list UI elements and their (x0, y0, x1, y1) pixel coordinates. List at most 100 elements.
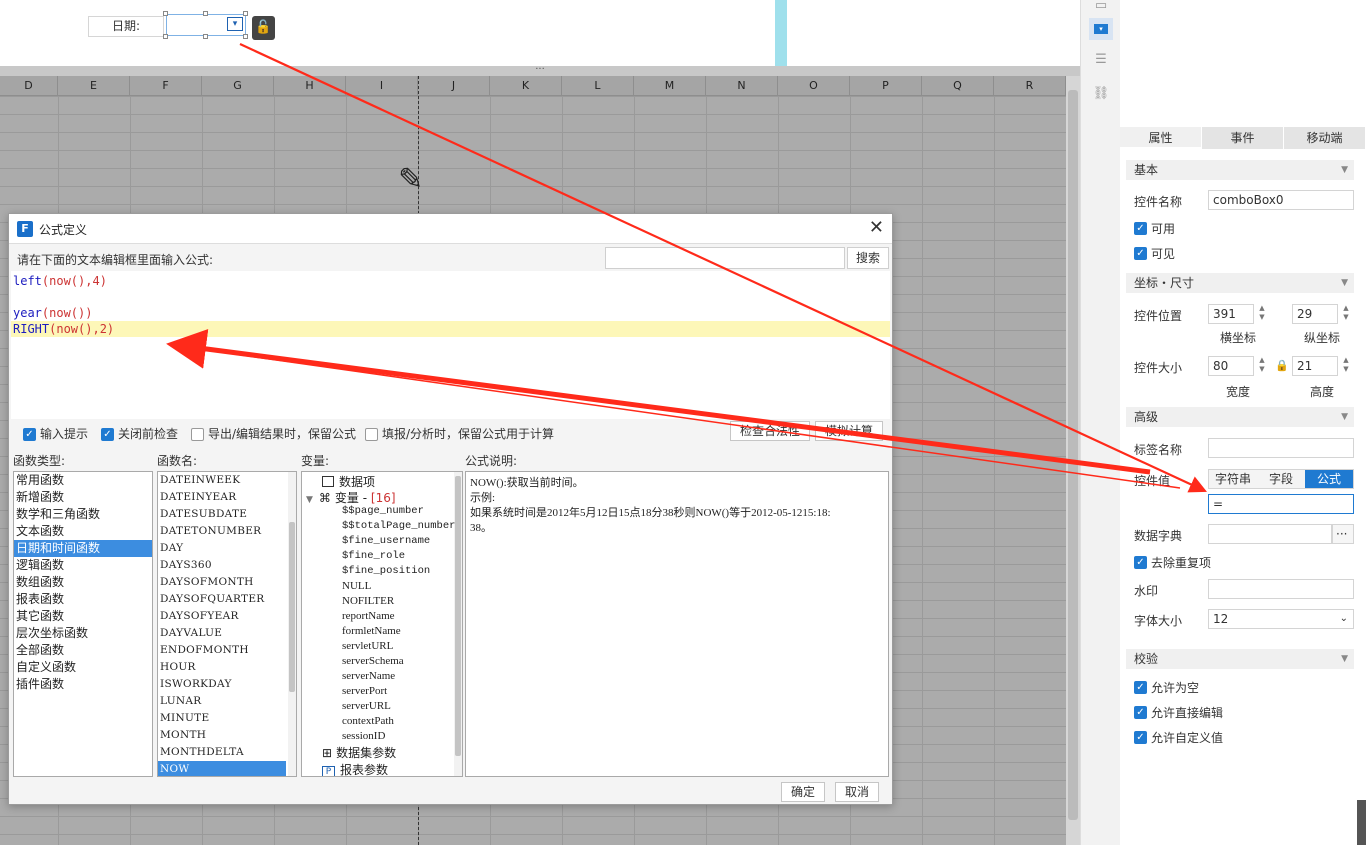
func-name-item[interactable]: LUNAR (158, 693, 286, 710)
lock-icon[interactable]: 🔒 (1275, 359, 1289, 372)
column-header-cell[interactable]: N (706, 76, 778, 95)
panel-icon[interactable]: ▭ (1091, 0, 1111, 16)
scroll-thumb[interactable] (455, 476, 461, 756)
func-name-item[interactable]: DATEINWEEK (158, 472, 286, 489)
variable-item[interactable]: $fine_username (342, 535, 430, 547)
variable-item[interactable]: serverName (342, 670, 395, 682)
func-type-item[interactable]: 自定义函数 (14, 659, 152, 676)
variable-item[interactable]: $$page_number (342, 505, 424, 517)
variable-tree[interactable]: 数据项 ▼ ⌘ 变量 - [16] $$page_number $$totalPage… (301, 471, 463, 777)
dropdown-widget-icon[interactable]: ▾ (1089, 18, 1113, 40)
column-header-cell[interactable]: D (0, 76, 58, 95)
column-header-cell[interactable]: O (778, 76, 850, 95)
cancel-button[interactable]: 取消 (835, 782, 879, 802)
enabled-checkbox[interactable]: ✓ 可用 (1134, 220, 1175, 237)
seg-field[interactable]: 字段 (1257, 470, 1305, 488)
splitter-handle[interactable]: ··· (0, 65, 1080, 76)
func-type-item[interactable]: 层次坐标函数 (14, 625, 152, 642)
simulate-button[interactable]: 模拟计算 (815, 421, 883, 441)
func-type-item[interactable]: 新增函数 (14, 489, 152, 506)
export-keep-checkbox[interactable]: 导出/编辑结果时，保留公式 (191, 425, 356, 443)
variable-item[interactable]: $fine_role (342, 550, 405, 562)
dialog-titlebar[interactable]: F 公式定义 ✕ (9, 214, 892, 244)
seg-formula[interactable]: 公式 (1305, 470, 1353, 488)
control-name-input[interactable]: comboBox0 (1208, 190, 1354, 210)
fill-keep-checkbox[interactable]: 填报/分析时，保留公式用于计算 (365, 425, 554, 443)
func-type-item[interactable]: 数学和三角函数 (14, 506, 152, 523)
tab-mobile[interactable]: 移动端 (1284, 127, 1366, 149)
resize-handle[interactable] (243, 34, 248, 39)
func-name-item[interactable]: DAYSOFMONTH (158, 574, 286, 591)
column-header-cell[interactable]: P (850, 76, 922, 95)
column-header-cell[interactable]: F (130, 76, 202, 95)
func-name-item[interactable]: DAYVALUE (158, 625, 286, 642)
width-stepper[interactable]: ▲ ▼ (1256, 356, 1268, 376)
variable-item[interactable]: NOFILTER (342, 595, 394, 607)
func-name-item[interactable]: HOUR (158, 659, 286, 676)
allow-custom-checkbox[interactable]: ✓ 允许自定义值 (1134, 729, 1223, 746)
data-dict-button[interactable]: ··· (1332, 524, 1354, 544)
resize-handle[interactable] (203, 34, 208, 39)
ok-button[interactable]: 确定 (781, 782, 825, 802)
func-type-list[interactable]: 常用函数 新增函数 数学和三角函数 文本函数 日期和时间函数 逻辑函数 数组函数 报表函数 其它… (13, 471, 153, 777)
dataset-params-node[interactable]: ⊞ 数据集参数 (322, 744, 396, 761)
func-name-item[interactable]: MONTH (158, 727, 286, 744)
column-header-cell[interactable]: I (346, 76, 418, 95)
column-header-cell[interactable]: H (274, 76, 346, 95)
variable-item[interactable]: NULL (342, 580, 371, 592)
func-name-list[interactable]: DATEINWEEK DATEINYEAR DATESUBDATE DATETONUM… (157, 471, 297, 777)
resize-handle[interactable] (243, 11, 248, 16)
func-name-item[interactable]: DAY (158, 540, 286, 557)
func-name-item[interactable]: DAYS360 (158, 557, 286, 574)
variable-item[interactable]: servletURL (342, 640, 393, 652)
search-button[interactable]: 搜索 (847, 247, 889, 269)
allow-edit-checkbox[interactable]: ✓ 允许直接编辑 (1134, 704, 1223, 721)
unlock-icon[interactable]: 🔓 (252, 16, 275, 40)
column-header-cell[interactable]: E (58, 76, 130, 95)
report-params-node[interactable]: P 报表参数 (322, 761, 388, 776)
input-hint-checkbox[interactable]: ✓ 输入提示 (23, 425, 88, 443)
variable-item[interactable]: sessionID (342, 730, 385, 742)
func-type-item[interactable]: 数组函数 (14, 574, 152, 591)
tab-events[interactable]: 事件 (1202, 127, 1284, 149)
section-validation[interactable]: 校验 ▼ (1126, 649, 1354, 669)
variable-item[interactable]: serverURL (342, 700, 391, 712)
func-name-item[interactable]: DATEINYEAR (158, 489, 286, 506)
scroll-thumb[interactable] (1068, 90, 1078, 820)
variable-item[interactable]: $fine_position (342, 565, 430, 577)
layers-icon[interactable]: ☰ (1091, 50, 1111, 70)
func-name-item[interactable]: DATETONUMBER (158, 523, 286, 540)
section-geometry[interactable]: 坐标・尺寸 ▼ (1126, 273, 1354, 293)
tree-scrollbar[interactable] (454, 472, 462, 776)
font-size-select[interactable]: 12 ⌄ (1208, 609, 1354, 629)
variable-group-node[interactable]: ▼ ⌘ 变量 - [16] (306, 489, 396, 506)
section-basic[interactable]: 基本 ▼ (1126, 160, 1354, 180)
height-stepper[interactable]: ▲ ▼ (1340, 356, 1352, 376)
seg-string[interactable]: 字符串 (1209, 470, 1257, 488)
func-name-item[interactable]: NOW (158, 761, 286, 776)
visible-checkbox[interactable]: ✓ 可见 (1134, 245, 1175, 262)
pos-y-stepper[interactable]: ▲ ▼ (1340, 304, 1352, 324)
section-advanced[interactable]: 高级 ▼ (1126, 407, 1354, 427)
resize-handle[interactable] (163, 11, 168, 16)
data-item-node[interactable]: 数据项 (322, 473, 375, 490)
formula-input[interactable]: = (1208, 494, 1354, 514)
func-name-item[interactable]: ISWORKDAY (158, 676, 286, 693)
func-name-item[interactable]: MONTHDELTA (158, 744, 286, 761)
func-type-item[interactable]: 插件函数 (14, 676, 152, 693)
check-validity-button[interactable]: 检查合法性 (730, 421, 810, 441)
column-header-cell[interactable]: K (490, 76, 562, 95)
formula-editor[interactable]: left(now(),4) year(now()) RIGHT(now(),2) (11, 271, 890, 419)
variable-item[interactable]: reportName (342, 610, 395, 622)
func-type-item[interactable]: 报表函数 (14, 591, 152, 608)
func-name-item[interactable]: DAYSOFQUARTER (158, 591, 286, 608)
column-header-cell[interactable]: L (562, 76, 634, 95)
func-name-item[interactable]: MINUTE (158, 710, 286, 727)
column-header-cell[interactable]: J (418, 76, 490, 95)
func-name-item[interactable]: DATESUBDATE (158, 506, 286, 523)
resize-handle[interactable] (163, 34, 168, 39)
func-name-item[interactable]: ENDOFMONTH (158, 642, 286, 659)
pos-x-stepper[interactable]: ▲ ▼ (1256, 304, 1268, 324)
scroll-thumb[interactable] (289, 522, 295, 692)
chevron-down-icon[interactable]: ▾ (227, 17, 243, 31)
